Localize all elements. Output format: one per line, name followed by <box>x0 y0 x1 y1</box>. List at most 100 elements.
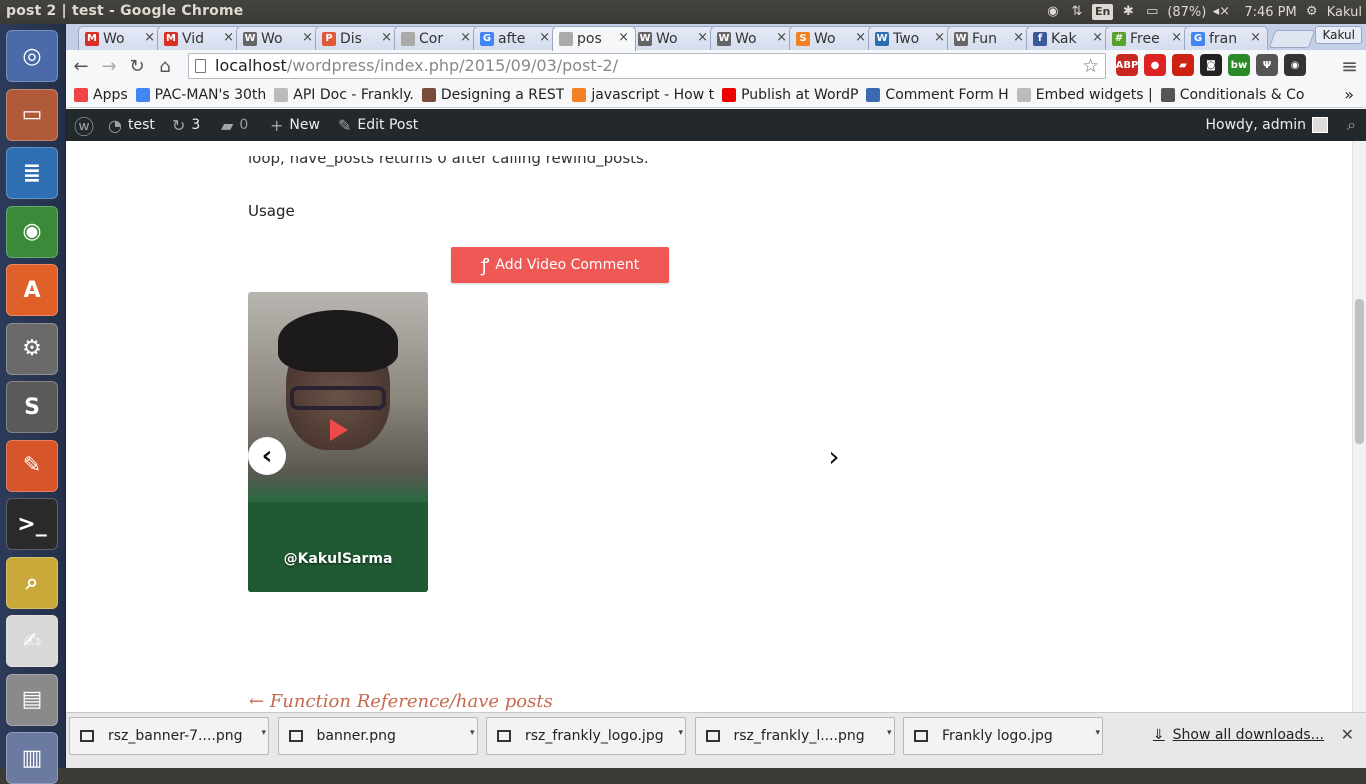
bookmark-star-icon[interactable]: ☆ <box>1082 54 1099 78</box>
bookmark-item[interactable]: Embed widgets | <box>1016 87 1153 103</box>
tab-11[interactable]: W Fun × <box>947 26 1031 50</box>
admin-comments[interactable]: ▰ 0 <box>221 109 248 141</box>
download-menu-icon[interactable]: ▾ <box>1095 728 1100 738</box>
bookmark-item[interactable]: Comment Form H <box>866 87 1009 103</box>
tab-10[interactable]: W Two × <box>868 26 952 50</box>
menu-icon[interactable]: ≡ <box>1341 54 1358 78</box>
tab-close-icon[interactable]: × <box>934 30 945 45</box>
tab-close-icon[interactable]: × <box>1013 30 1024 45</box>
tab-close-icon[interactable]: × <box>1092 30 1103 45</box>
close-icon[interactable]: ✕ <box>1341 725 1354 744</box>
address-bar[interactable]: localhost/wordpress/index.php/2015/09/03… <box>188 53 1106 79</box>
download-menu-icon[interactable]: ▾ <box>470 728 475 738</box>
wordpress-logo-icon[interactable]: ⓦ <box>74 109 94 141</box>
train-icon[interactable]: ▰ <box>1172 54 1194 76</box>
bookmark-item[interactable]: javascript - How t <box>572 87 714 103</box>
tab-9[interactable]: S Wo × <box>789 26 873 50</box>
stop-icon[interactable]: ● <box>1144 54 1166 76</box>
search-icon[interactable]: ⌕ <box>1347 109 1356 141</box>
profile-button[interactable]: Kakul <box>1315 26 1362 44</box>
tab-close-icon[interactable]: × <box>855 30 866 45</box>
tab-close-icon[interactable]: × <box>1250 30 1261 45</box>
admin-site-name[interactable]: ◔ test <box>108 109 155 141</box>
chrome-tray-icon[interactable]: ◉ <box>1044 4 1062 20</box>
launcher-scanner[interactable]: ▤ <box>6 673 58 726</box>
keyboard-layout[interactable]: En <box>1091 4 1114 20</box>
bluetooth-icon[interactable]: ✱ <box>1119 4 1137 20</box>
user-name[interactable]: Kakul <box>1327 5 1362 20</box>
adblock-icon[interactable]: ABP <box>1116 54 1138 76</box>
tab-close-icon[interactable]: × <box>302 30 313 45</box>
tab-2[interactable]: W Wo × <box>236 26 320 50</box>
volume-icon[interactable]: ◂× <box>1212 4 1230 20</box>
admin-edit-post[interactable]: ✎ Edit Post <box>338 109 418 141</box>
download-item[interactable]: rsz_banner-7....png ▾ <box>69 717 269 755</box>
tab-close-icon[interactable]: × <box>776 30 787 45</box>
launcher-writer[interactable]: ≣ <box>6 147 58 199</box>
download-item[interactable]: Frankly logo.jpg ▾ <box>903 717 1103 755</box>
back-icon[interactable]: ← <box>68 53 94 79</box>
tab-0[interactable]: M Wo × <box>78 26 162 50</box>
tab-4[interactable]: Cor × <box>394 26 478 50</box>
admin-account[interactable]: Howdy, admin <box>1206 109 1328 141</box>
tab-close-icon[interactable]: × <box>223 30 234 45</box>
bw-icon[interactable]: bw <box>1228 54 1250 76</box>
carousel-next-button[interactable]: › <box>821 437 847 475</box>
tab-5[interactable]: Gafte × <box>473 26 557 50</box>
bookmark-item[interactable]: Designing a REST <box>421 87 564 103</box>
launcher-settings[interactable]: ⚙ <box>6 322 58 375</box>
show-all-downloads-link[interactable]: ⇓ Show all downloads... <box>1153 727 1324 743</box>
download-menu-icon[interactable]: ▾ <box>887 728 892 738</box>
network-icon[interactable]: ⇅ <box>1068 4 1086 20</box>
launcher-ubuntu-dash[interactable]: ◎ <box>6 30 58 82</box>
add-video-comment-button[interactable]: ꝭ Add Video Comment <box>451 247 669 283</box>
tab-8[interactable]: W Wo × <box>710 26 794 50</box>
previous-post-link[interactable]: ← Function Reference/have posts <box>249 691 553 712</box>
bookmark-item[interactable]: Publish at WordP <box>722 87 858 103</box>
gear-icon[interactable]: ⚙ <box>1303 4 1321 20</box>
tab-close-icon[interactable]: × <box>618 30 629 45</box>
tab-close-icon[interactable]: × <box>460 30 471 45</box>
reload-icon[interactable]: ↻ <box>124 53 150 79</box>
bookmarks-overflow-icon[interactable]: » <box>1344 85 1354 104</box>
launcher-chrome[interactable]: ◉ <box>6 205 58 258</box>
launcher-image-viewer[interactable]: ⌕ <box>6 556 58 609</box>
tab-close-icon[interactable]: × <box>144 30 155 45</box>
page-scrollbar[interactable] <box>1352 109 1366 712</box>
download-item[interactable]: rsz_frankly_logo.jpg ▾ <box>486 717 686 755</box>
admin-new[interactable]: + New <box>270 109 320 141</box>
launcher-trash[interactable]: ▥ <box>6 732 58 784</box>
download-item[interactable]: banner.png ▾ <box>277 717 478 755</box>
tab-3[interactable]: P Dis × <box>315 26 399 50</box>
home-icon[interactable]: ⌂ <box>152 53 178 79</box>
launcher-software-center[interactable]: A <box>6 264 58 316</box>
tab-14[interactable]: Gfran × <box>1184 26 1268 50</box>
scrollbar-thumb[interactable] <box>1355 299 1364 444</box>
tab-7[interactable]: W Wo × <box>631 26 715 50</box>
battery-percent[interactable]: (87%) <box>1167 5 1206 20</box>
bookmark-item[interactable]: PAC-MAN's 30th <box>135 87 266 103</box>
bookmark-item[interactable]: Apps <box>74 87 128 103</box>
launcher-sublime[interactable]: S <box>6 381 58 433</box>
download-menu-icon[interactable]: ▾ <box>261 728 266 738</box>
battery-icon[interactable]: ▭ <box>1143 4 1161 20</box>
launcher-terminal[interactable]: >_ <box>6 498 58 550</box>
tab-close-icon[interactable]: × <box>1171 30 1182 45</box>
bookmark-item[interactable]: API Doc - Frankly. <box>274 87 414 103</box>
forward-icon[interactable]: → <box>96 53 122 79</box>
tab-1[interactable]: M Vid × <box>157 26 241 50</box>
admin-updates[interactable]: ↻ 3 <box>172 109 200 141</box>
tab-close-icon[interactable]: × <box>539 30 550 45</box>
tab-close-icon[interactable]: × <box>697 30 708 45</box>
tree-icon[interactable]: Ψ <box>1256 54 1278 76</box>
bookmark-item[interactable]: Conditionals & Co <box>1160 87 1304 103</box>
tab-13[interactable]: # Free × <box>1105 26 1189 50</box>
download-item[interactable]: rsz_frankly_l....png ▾ <box>694 717 895 755</box>
tab-12[interactable]: f Kak × <box>1026 26 1110 50</box>
new-tab-button[interactable] <box>1268 30 1316 48</box>
tab-6[interactable]: pos × <box>552 26 636 51</box>
play-icon[interactable] <box>330 419 348 441</box>
tab-close-icon[interactable]: × <box>381 30 392 45</box>
launcher-inkscape[interactable]: ✎ <box>6 439 58 492</box>
launcher-files[interactable]: ▭ <box>6 88 58 141</box>
